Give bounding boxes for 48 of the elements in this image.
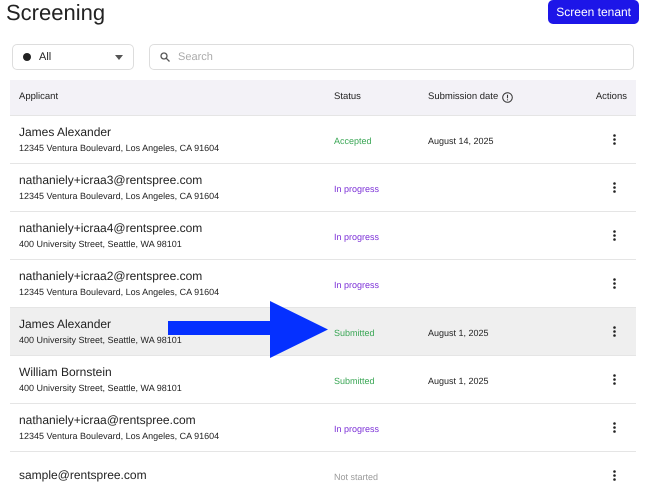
submission-date: August 1, 2025 — [428, 376, 489, 386]
status-text: Accepted — [334, 136, 372, 146]
applicant-name: sample@rentspree.com — [19, 468, 148, 483]
caret-icon — [115, 54, 123, 60]
applicant-address: 400 University Street, Seattle, WA 98101 — [19, 238, 183, 250]
more-options-icon[interactable] — [613, 230, 616, 241]
status-filter-dropdown[interactable]: All — [12, 44, 134, 70]
applicant-name: nathaniely+icraa2@rentspree.com — [19, 269, 204, 284]
applicant-address: 12345 Ventura Boulevard, Los Angeles, CA 91604 — [19, 142, 220, 154]
submission-date: August 14, 2025 — [428, 136, 494, 146]
more-options-icon[interactable] — [613, 278, 616, 289]
search-field[interactable]: Search — [149, 44, 634, 70]
more-options-icon[interactable] — [613, 182, 616, 193]
more-options-icon[interactable] — [613, 422, 616, 433]
more-options-icon[interactable] — [613, 326, 616, 337]
applicant-name: William Bornstein — [19, 365, 113, 380]
table-row[interactable]: James Alexander 400 University Street, Seattle, WA 98101 Submitted August 1, 2025 — [10, 308, 636, 356]
page-title: Screening — [6, 0, 106, 26]
filter-value: All — [39, 50, 52, 65]
screen-tenant-button[interactable]: Screen tenant — [548, 0, 639, 24]
submission-date: August 1, 2025 — [428, 328, 489, 338]
status-text: Not started — [334, 472, 378, 482]
column-header: Status — [334, 90, 362, 104]
column-header: Actions — [596, 90, 628, 104]
applicant-address: 12345 Ventura Boulevard, Los Angeles, CA 91604 — [19, 430, 220, 442]
status-text: Submitted — [334, 328, 375, 338]
column-header: Applicant — [18, 90, 60, 104]
applicant-address: 12345 Ventura Boulevard, Los Angeles, CA 91604 — [19, 286, 220, 298]
status-text: In progress — [334, 280, 380, 290]
applicant-name: James Alexander — [19, 317, 112, 332]
applicant-name: nathaniely+icraa3@rentspree.com — [19, 173, 204, 188]
applicant-address: 12345 Ventura Boulevard, Los Angeles, CA 91604 — [19, 190, 220, 202]
more-options-icon[interactable] — [613, 374, 616, 385]
info-icon — [502, 92, 514, 103]
search-icon — [160, 52, 170, 62]
applicant-address: 400 University Street, Seattle, WA 98101 — [19, 334, 183, 346]
applicant-name: nathaniely+icraa4@rentspree.com — [19, 221, 204, 236]
applicant-name: nathaniely+icraa@rentspree.com — [19, 413, 197, 428]
more-options-icon[interactable] — [613, 470, 616, 481]
search-input[interactable]: Search — [178, 48, 623, 66]
column-header: Submission date — [428, 90, 498, 104]
status-text: In progress — [334, 232, 380, 242]
applicant-address: 400 University Street, Seattle, WA 98101 — [19, 382, 183, 394]
more-options-icon[interactable] — [613, 134, 616, 145]
status-text: Submitted — [334, 376, 375, 386]
status-text: In progress — [334, 184, 380, 194]
status-text: In progress — [334, 424, 380, 434]
applicant-name: James Alexander — [19, 125, 112, 140]
